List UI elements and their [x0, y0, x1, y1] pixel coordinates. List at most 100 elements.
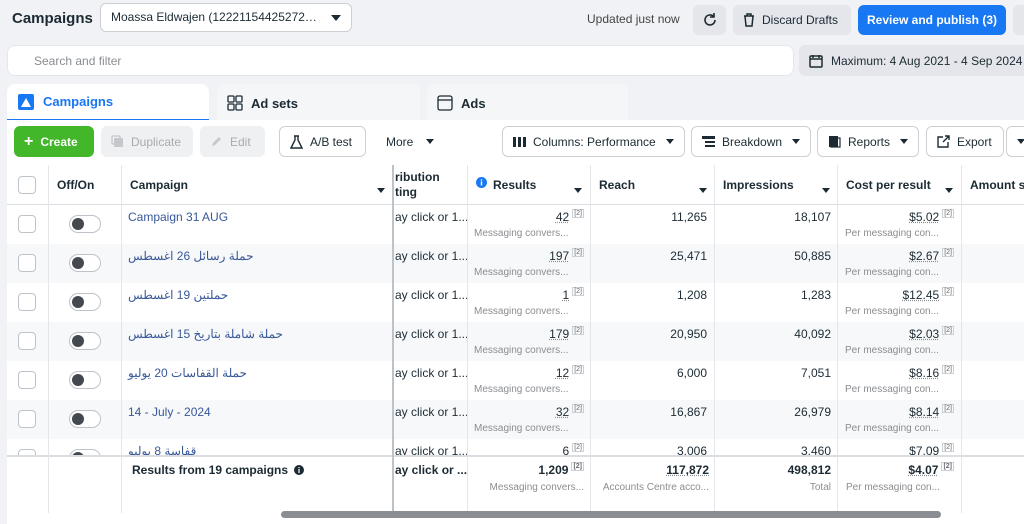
- tab-adsets[interactable]: Ad sets: [217, 84, 420, 122]
- tab-campaigns-label: Campaigns: [43, 94, 114, 109]
- campaign-name-link[interactable]: حملة رسائل 26 اغسطس: [128, 249, 254, 263]
- campaign-name-link[interactable]: حملة القفاسات 20 يوليو: [128, 366, 247, 380]
- cost-value: $2.03 [2]: [909, 326, 954, 341]
- row-checkbox[interactable]: [18, 371, 36, 389]
- duplicate-button[interactable]: Duplicate: [101, 126, 193, 157]
- table-row[interactable]: حملتين 19 اغسطس ay click or 1... 1 [2] Messa…: [7, 283, 1024, 322]
- column-divider: [590, 165, 591, 513]
- column-header-reach[interactable]: Reach: [599, 178, 635, 192]
- reports-dropdown[interactable]: Reports: [817, 126, 919, 157]
- results-sub: Messaging convers...: [474, 228, 569, 239]
- table-row[interactable]: 14 - July - 2024 ay click or 1... 32 [2] Mes…: [7, 400, 1024, 439]
- refresh-button[interactable]: [693, 5, 726, 35]
- info-icon[interactable]: [294, 465, 305, 475]
- column-header-campaign[interactable]: Campaign: [130, 178, 188, 192]
- attribution-setting: ay click or 1...: [395, 327, 467, 341]
- sort-campaign-icon[interactable]: [377, 182, 385, 196]
- column-header-impressions[interactable]: Impressions: [723, 178, 794, 192]
- results-value: 1 [2]: [562, 287, 584, 302]
- campaign-toggle[interactable]: [69, 332, 101, 350]
- columns-label: Columns: Performance: [533, 134, 656, 149]
- campaign-name-link[interactable]: Campaign 31 AUG: [128, 210, 228, 224]
- results-sub: Messaging convers...: [474, 267, 569, 278]
- select-all-checkbox[interactable]: [18, 176, 36, 194]
- review-publish-button[interactable]: Review and publish (3): [858, 5, 1006, 35]
- edit-button[interactable]: Edit: [200, 126, 265, 157]
- horizontal-scrollbar[interactable]: [281, 511, 941, 518]
- table-row[interactable]: حملة شاملة بتاريخ 15 اغسطس ay click or 1.…: [7, 322, 1024, 361]
- updated-status: Updated just now: [587, 12, 680, 26]
- plus-icon: +: [24, 132, 34, 150]
- adsets-icon: [227, 95, 243, 111]
- sort-impressions-icon[interactable]: [822, 182, 830, 196]
- date-range-label: Maximum: 4 Aug 2021 - 4 Sep 2024: [831, 53, 1023, 68]
- column-header-amount[interactable]: Amount sp: [970, 178, 1024, 192]
- chevron-down-icon: [426, 139, 434, 144]
- summary-reach-sub: Accounts Centre acco...: [602, 482, 709, 493]
- discard-drafts-button[interactable]: Discard Drafts: [733, 5, 851, 35]
- breakdown-dropdown[interactable]: Breakdown: [691, 126, 811, 157]
- campaign-name-link[interactable]: حملتين 19 اغسطس: [128, 288, 228, 302]
- cost-sub: Per messaging con...: [845, 306, 939, 317]
- row-checkbox[interactable]: [18, 293, 36, 311]
- trash-icon: [744, 13, 754, 27]
- reach-value: 25,471: [670, 249, 707, 263]
- date-range-picker[interactable]: Maximum: 4 Aug 2021 - 4 Sep 2024: [799, 45, 1024, 76]
- attribution-setting: ay click or 1...: [395, 210, 467, 224]
- export-button[interactable]: Export: [926, 126, 1004, 157]
- chevron-down-icon: [1017, 139, 1024, 144]
- column-header-results[interactable]: Results: [493, 178, 536, 192]
- row-checkbox[interactable]: [18, 332, 36, 350]
- table-row[interactable]: حملة رسائل 26 اغسطس ay click or 1... 197 [2…: [7, 244, 1024, 283]
- create-button[interactable]: + Create: [14, 126, 94, 157]
- column-divider: [48, 165, 49, 513]
- search-input[interactable]: Search and filter: [7, 45, 794, 76]
- row-checkbox[interactable]: [18, 215, 36, 233]
- columns-dropdown[interactable]: Columns: Performance: [502, 126, 685, 157]
- campaign-toggle[interactable]: [69, 293, 101, 311]
- ab-test-button[interactable]: A/B test: [279, 126, 366, 157]
- results-sub: Messaging convers...: [474, 345, 569, 356]
- sort-reach-icon[interactable]: [699, 182, 707, 196]
- cost-sub: Per messaging con...: [845, 423, 939, 434]
- row-checkbox[interactable]: [18, 410, 36, 428]
- campaign-toggle[interactable]: [69, 254, 101, 272]
- cost-sub: Per messaging con...: [845, 267, 939, 278]
- column-header-attribution[interactable]: ribution ting: [395, 170, 440, 200]
- reach-value: 20,950: [670, 327, 707, 341]
- top-bar: Campaigns Moassa Eldwajen (1222115442527…: [0, 0, 1024, 40]
- table-row[interactable]: Campaign 31 AUG ay click or 1... 42 [2] Mess…: [7, 205, 1024, 244]
- page-title: Campaigns: [12, 10, 93, 27]
- sort-results-icon[interactable]: [574, 182, 582, 196]
- calendar-icon: [809, 54, 823, 68]
- tab-campaigns[interactable]: Campaigns: [7, 84, 209, 122]
- column-divider[interactable]: [392, 165, 394, 513]
- cost-value: $2.67 [2]: [909, 248, 954, 263]
- tab-ads[interactable]: Ads: [427, 84, 628, 122]
- campaign-toggle[interactable]: [69, 215, 101, 233]
- sort-cost-icon[interactable]: [945, 182, 953, 196]
- info-icon[interactable]: [476, 177, 487, 191]
- column-header-offon: Off/On: [57, 178, 95, 192]
- summary-impressions: 498,812: [787, 463, 831, 477]
- export-label: Export: [957, 134, 992, 149]
- more-dropdown[interactable]: More: [376, 126, 444, 157]
- column-divider: [837, 165, 838, 513]
- account-selector[interactable]: Moassa Eldwajen (122211544252722...: [100, 3, 352, 32]
- campaign-toggle[interactable]: [69, 410, 101, 428]
- toolbar-overflow-dropdown[interactable]: [1006, 126, 1024, 157]
- column-divider: [121, 165, 122, 513]
- row-checkbox[interactable]: [18, 254, 36, 272]
- column-divider: [714, 165, 715, 513]
- column-header-cost[interactable]: Cost per result: [846, 178, 931, 192]
- chevron-down-icon: [900, 139, 908, 144]
- overflow-button[interactable]: [1013, 5, 1024, 35]
- attribution-setting: ay click or 1...: [395, 249, 467, 263]
- column-divider: [467, 165, 468, 513]
- campaign-name-link[interactable]: حملة شاملة بتاريخ 15 اغسطس: [128, 327, 283, 341]
- summary-label: Results from 19 campaigns: [132, 463, 305, 477]
- campaign-name-link[interactable]: 14 - July - 2024: [128, 405, 211, 419]
- table-row[interactable]: حملة القفاسات 20 يوليو ay click or 1... 12…: [7, 361, 1024, 400]
- campaign-toggle[interactable]: [69, 371, 101, 389]
- results-value: 12 [2]: [555, 365, 584, 380]
